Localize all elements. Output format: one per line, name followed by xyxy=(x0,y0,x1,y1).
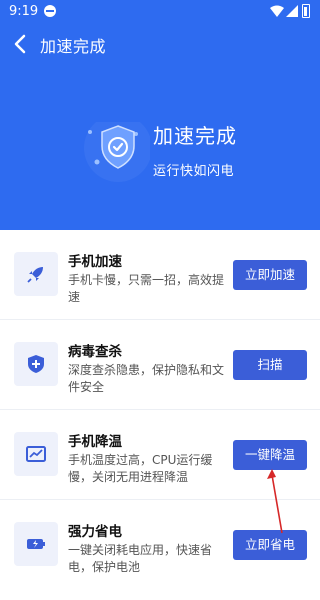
back-arrow-icon[interactable] xyxy=(12,34,30,54)
hero-title: 加速完成 xyxy=(153,124,237,148)
wifi-icon xyxy=(270,5,284,17)
card-description: 一键关闭耗电应用，快速省电，保护电池 xyxy=(68,543,213,574)
list-item: 病毒查杀 深度查杀隐患，保护隐私和文件安全 扫描 xyxy=(0,320,320,410)
shield-plus-icon xyxy=(14,342,58,386)
header: 9:19 加速完成 加速完成 运行快如闪电 xyxy=(0,0,320,230)
card-title: 手机降温 xyxy=(68,434,122,450)
list-item: 强力省电 一键关闭耗电应用，快速省电，保护电池 立即省电 xyxy=(0,500,320,590)
card-description: 手机卡慢，只需一招，高效提速 xyxy=(68,273,225,304)
list-item: 手机加速 手机卡慢，只需一招，高效提速 立即加速 xyxy=(0,230,320,320)
card-title: 强力省电 xyxy=(68,524,122,540)
feature-list: 手机加速 手机卡慢，只需一招，高效提速 立即加速 病毒查杀 深度查杀隐患，保护隐… xyxy=(0,230,320,600)
card-title: 病毒查杀 xyxy=(68,344,122,360)
list-item: 手机降温 手机温度过高，CPU运行缓慢，关闭无用进程降温 一键降温 xyxy=(0,410,320,500)
rocket-icon xyxy=(14,252,58,296)
shield-check-icon xyxy=(80,114,152,192)
card-description: 深度查杀隐患，保护隐私和文件安全 xyxy=(68,363,225,394)
card-description: 手机温度过高，CPU运行缓慢，关闭无用进程降温 xyxy=(68,453,213,484)
battery-icon xyxy=(14,522,58,566)
do-not-disturb-icon xyxy=(44,5,56,17)
status-bar: 9:19 xyxy=(0,0,320,24)
signal-icon xyxy=(286,5,298,17)
scan-button[interactable]: 扫描 xyxy=(233,350,307,380)
chart-icon xyxy=(14,432,58,476)
card-title: 手机加速 xyxy=(68,254,122,270)
speed-up-button[interactable]: 立即加速 xyxy=(233,260,307,290)
battery-status-icon xyxy=(302,4,310,18)
save-power-button[interactable]: 立即省电 xyxy=(233,530,307,560)
status-time: 9:19 xyxy=(9,4,39,19)
cool-down-button[interactable]: 一键降温 xyxy=(233,440,307,470)
hero-subtitle: 运行快如闪电 xyxy=(153,164,235,179)
page-title: 加速完成 xyxy=(40,37,107,56)
